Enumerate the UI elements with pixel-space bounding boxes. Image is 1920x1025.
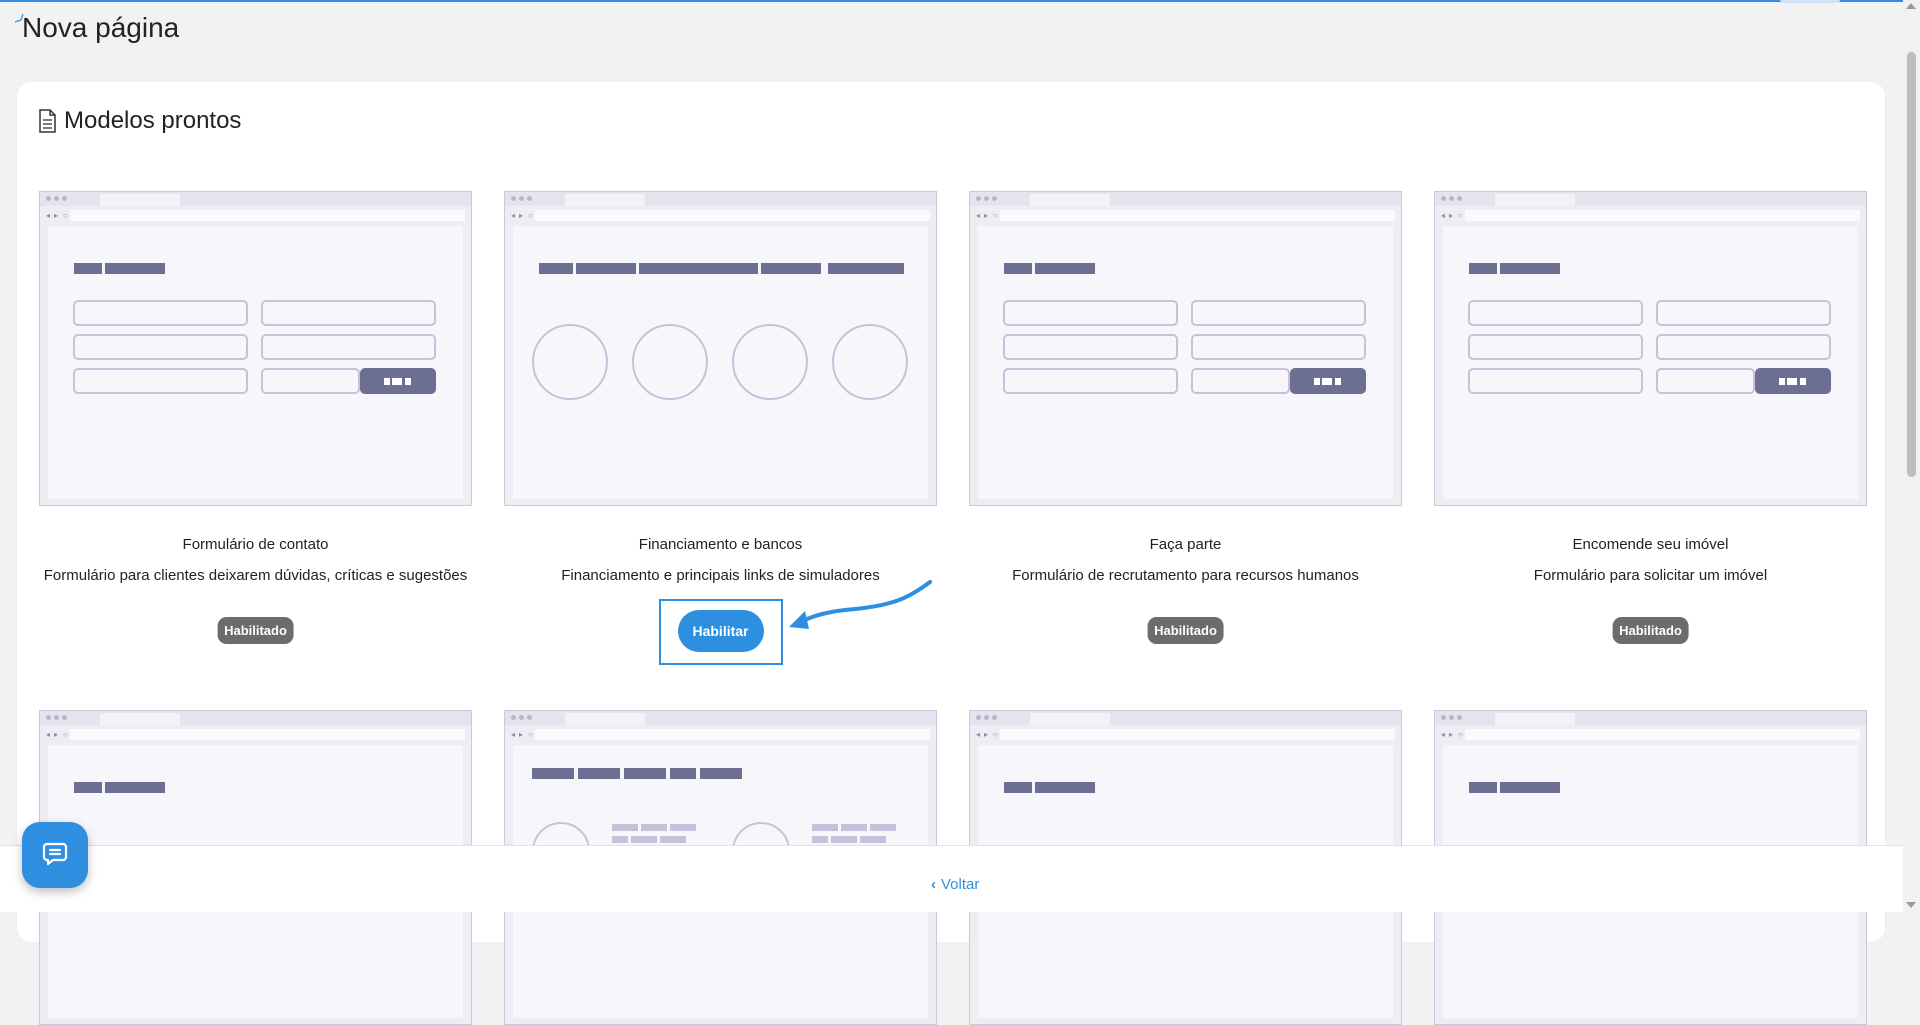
scroll-down-arrow-icon[interactable]: [1906, 902, 1916, 908]
document-icon: [39, 109, 56, 133]
scroll-up-arrow-icon[interactable]: [1906, 3, 1916, 9]
page-title: Nova página: [22, 12, 180, 43]
annotation-arrow: [789, 580, 932, 629]
enabled-badge[interactable]: Habilitado: [217, 617, 294, 644]
back-label: Voltar: [941, 876, 980, 893]
template-name: Encomende seu imóvel: [1572, 536, 1729, 553]
template-description: Formulário para solicitar um imóvel: [1533, 567, 1768, 584]
chevron-left-icon: ‹: [931, 876, 936, 893]
enable-button[interactable]: Habilitar: [677, 610, 764, 652]
chat-icon: [42, 842, 68, 866]
enabled-badge[interactable]: Habilitado: [1612, 617, 1689, 644]
section-header: Modelos prontos: [38, 107, 241, 135]
template-preview-form[interactable]: ◂ ▸ ○: [1434, 191, 1867, 506]
section-title: Modelos prontos: [64, 107, 242, 134]
back-link[interactable]: ‹ Voltar: [931, 876, 979, 893]
chat-button[interactable]: [22, 822, 88, 888]
template-name: Faça parte: [1149, 536, 1222, 553]
top-progress-line: [0, 0, 1920, 2]
template-description: Formulário de recrutamento para recursos…: [1012, 567, 1359, 584]
template-preview-banks[interactable]: ◂ ▸ ○: [504, 191, 937, 506]
top-right-indicator: [1780, 0, 1840, 3]
template-preview-form[interactable]: ◂ ▸ ○: [969, 191, 1402, 506]
enabled-badge[interactable]: Habilitado: [1147, 617, 1224, 644]
template-name: Financiamento e bancos: [638, 536, 803, 553]
template-preview-form[interactable]: ◂ ▸ ○: [39, 191, 472, 506]
vertical-scrollbar[interactable]: [1903, 0, 1920, 911]
template-description: Formulário para clientes deixarem dúvida…: [43, 567, 468, 584]
scrollbar-thumb[interactable]: [1907, 52, 1916, 477]
template-name: Formulário de contato: [182, 536, 329, 553]
